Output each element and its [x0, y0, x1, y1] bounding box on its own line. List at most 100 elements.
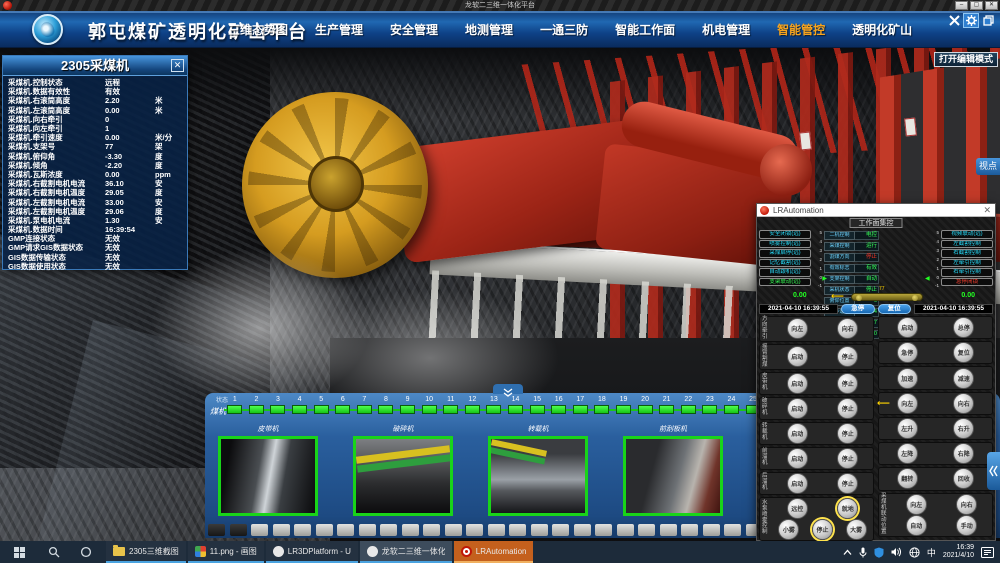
lr-control-button[interactable]: 左降	[897, 443, 918, 464]
support-status-square[interactable]	[551, 405, 566, 414]
action-center-icon[interactable]	[981, 547, 994, 558]
support-status-square[interactable]	[486, 405, 501, 414]
support-status-square[interactable]	[702, 405, 717, 414]
lr-control-button[interactable]: 减速	[953, 368, 974, 389]
strip-frame[interactable]	[595, 524, 612, 536]
lr-control-button[interactable]: 停止	[837, 473, 858, 494]
support-status-square[interactable]	[400, 405, 415, 414]
strip-frame[interactable]	[509, 524, 526, 536]
lr-control-button[interactable]: 向右	[953, 393, 974, 414]
estop-button[interactable]: 急停	[841, 304, 875, 314]
maximize-button[interactable]: ▢	[970, 1, 983, 10]
nav-item[interactable]: 安全管理	[390, 21, 438, 38]
support-status-square[interactable]	[659, 405, 674, 414]
workface-control-tab[interactable]: 工作面集控	[850, 218, 903, 228]
shield-icon[interactable]	[874, 547, 884, 558]
open-edit-mode-button[interactable]: 打开编辑模式	[934, 52, 998, 67]
taskbar-app[interactable]: 龙软二三维一体化...	[360, 541, 452, 563]
panel-collapse-tab[interactable]	[493, 384, 523, 394]
lr-mode-button[interactable]: 右截割控制	[941, 249, 993, 258]
strip-frame[interactable]	[531, 524, 548, 536]
strip-frame[interactable]	[208, 524, 225, 536]
strip-frame[interactable]	[251, 524, 268, 536]
lr-control-button[interactable]: 急停	[897, 342, 918, 363]
gear-icon[interactable]	[963, 13, 979, 28]
lr-control-button[interactable]: 加速	[897, 368, 918, 389]
lr-control-button[interactable]: 自动	[906, 515, 927, 536]
lr-control-button[interactable]: 启动	[787, 346, 808, 367]
lr-control-button[interactable]: 启动	[787, 473, 808, 494]
support-status-square[interactable]	[638, 405, 653, 414]
lr-control-button[interactable]: 停止	[837, 373, 858, 394]
lr-control-button[interactable]: 手动	[956, 515, 977, 536]
lr-close-icon[interactable]: ✕	[983, 204, 991, 217]
support-status-square[interactable]	[594, 405, 609, 414]
support-status-square[interactable]	[249, 405, 264, 414]
strip-frame[interactable]	[660, 524, 677, 536]
nav-item[interactable]: 地测管理	[465, 21, 513, 38]
support-status-square[interactable]	[681, 405, 696, 414]
nav-item[interactable]: 智能管控	[777, 21, 825, 38]
microphone-icon[interactable]	[859, 547, 867, 558]
lr-control-button[interactable]: 停止	[837, 398, 858, 419]
camera-thumbnail[interactable]	[353, 436, 453, 516]
strip-frame[interactable]	[445, 524, 462, 536]
lr-mode-button[interactable]: 安全闭锁(远)	[759, 230, 811, 239]
nav-item[interactable]: 机电管理	[702, 21, 750, 38]
lr-control-button[interactable]: 启动	[787, 373, 808, 394]
strip-frame[interactable]	[681, 524, 698, 536]
lr-control-button[interactable]: 右升	[953, 418, 974, 439]
support-status-square[interactable]	[616, 405, 631, 414]
nav-item[interactable]: 一通三防	[540, 21, 588, 38]
lr-control-button[interactable]: 远控	[787, 498, 808, 519]
support-status-square[interactable]	[422, 405, 437, 414]
support-status-square[interactable]	[314, 405, 329, 414]
support-status-square[interactable]	[292, 405, 307, 414]
lr-control-button[interactable]: 右降	[953, 443, 974, 464]
close-button[interactable]: ✕	[985, 1, 998, 10]
strip-frame[interactable]	[337, 524, 354, 536]
lr-control-button[interactable]: 停止	[837, 423, 858, 444]
camera-thumbnail[interactable]	[488, 436, 588, 516]
reset-button[interactable]: 复位	[878, 304, 912, 314]
lr-control-button[interactable]: 小雾	[778, 519, 799, 540]
lr-control-button[interactable]: 向左	[787, 318, 808, 339]
start-button[interactable]	[0, 541, 38, 563]
taskbar-app[interactable]: LR3DPlatform - U...	[266, 541, 358, 563]
viewpoint-tab[interactable]: 视点	[976, 158, 1000, 175]
lr-mode-button[interactable]: 自动跟机(远)	[759, 268, 811, 277]
camera-thumbnail[interactable]	[623, 436, 723, 516]
strip-frame[interactable]	[423, 524, 440, 536]
lr-control-button[interactable]: 启动	[897, 317, 918, 338]
taskbar-clock[interactable]: 16:39 2021/4/10	[943, 544, 974, 559]
taskbar-app[interactable]: 11.png - 画图	[188, 541, 264, 563]
strip-frame[interactable]	[617, 524, 634, 536]
lr-mode-button[interactable]: 支架联动(远)	[759, 278, 811, 287]
strip-frame[interactable]	[574, 524, 591, 536]
lr-control-button[interactable]: 翻转	[897, 468, 918, 489]
lr-control-button[interactable]: 回收	[953, 468, 974, 489]
strip-frame[interactable]	[466, 524, 483, 536]
lr-control-button[interactable]: 向左	[906, 494, 927, 515]
lr-mode-button[interactable]: 左截割控制	[941, 240, 993, 249]
lr-mode-button[interactable]: 视频联动(远)	[941, 230, 993, 239]
lr-mode-button[interactable]: 左牵引控制	[941, 259, 993, 268]
lr-mode-button[interactable]: 急停闭锁	[941, 278, 993, 287]
strip-frame[interactable]	[703, 524, 720, 536]
lr-control-button[interactable]: 大雾	[846, 519, 867, 540]
ime-indicator[interactable]: 中	[927, 546, 936, 559]
support-status-square[interactable]	[335, 405, 350, 414]
support-status-square[interactable]	[378, 405, 393, 414]
support-status-square[interactable]	[573, 405, 588, 414]
tray-expand-icon[interactable]	[843, 549, 852, 556]
lr-control-button[interactable]: 向左	[897, 393, 918, 414]
strip-frame[interactable]	[638, 524, 655, 536]
lr-control-button[interactable]: 启动	[787, 448, 808, 469]
collapse-panel-tab[interactable]	[987, 452, 1000, 490]
strip-frame[interactable]	[316, 524, 333, 536]
network-globe-icon[interactable]	[909, 547, 920, 558]
lr-control-button[interactable]: 复位	[953, 342, 974, 363]
lr-mode-button[interactable]: 采煤启停(远)	[759, 249, 811, 258]
lr-mode-button[interactable]: 右牵引控制	[941, 268, 993, 277]
taskbar-app[interactable]: LRAutomation	[454, 541, 534, 563]
